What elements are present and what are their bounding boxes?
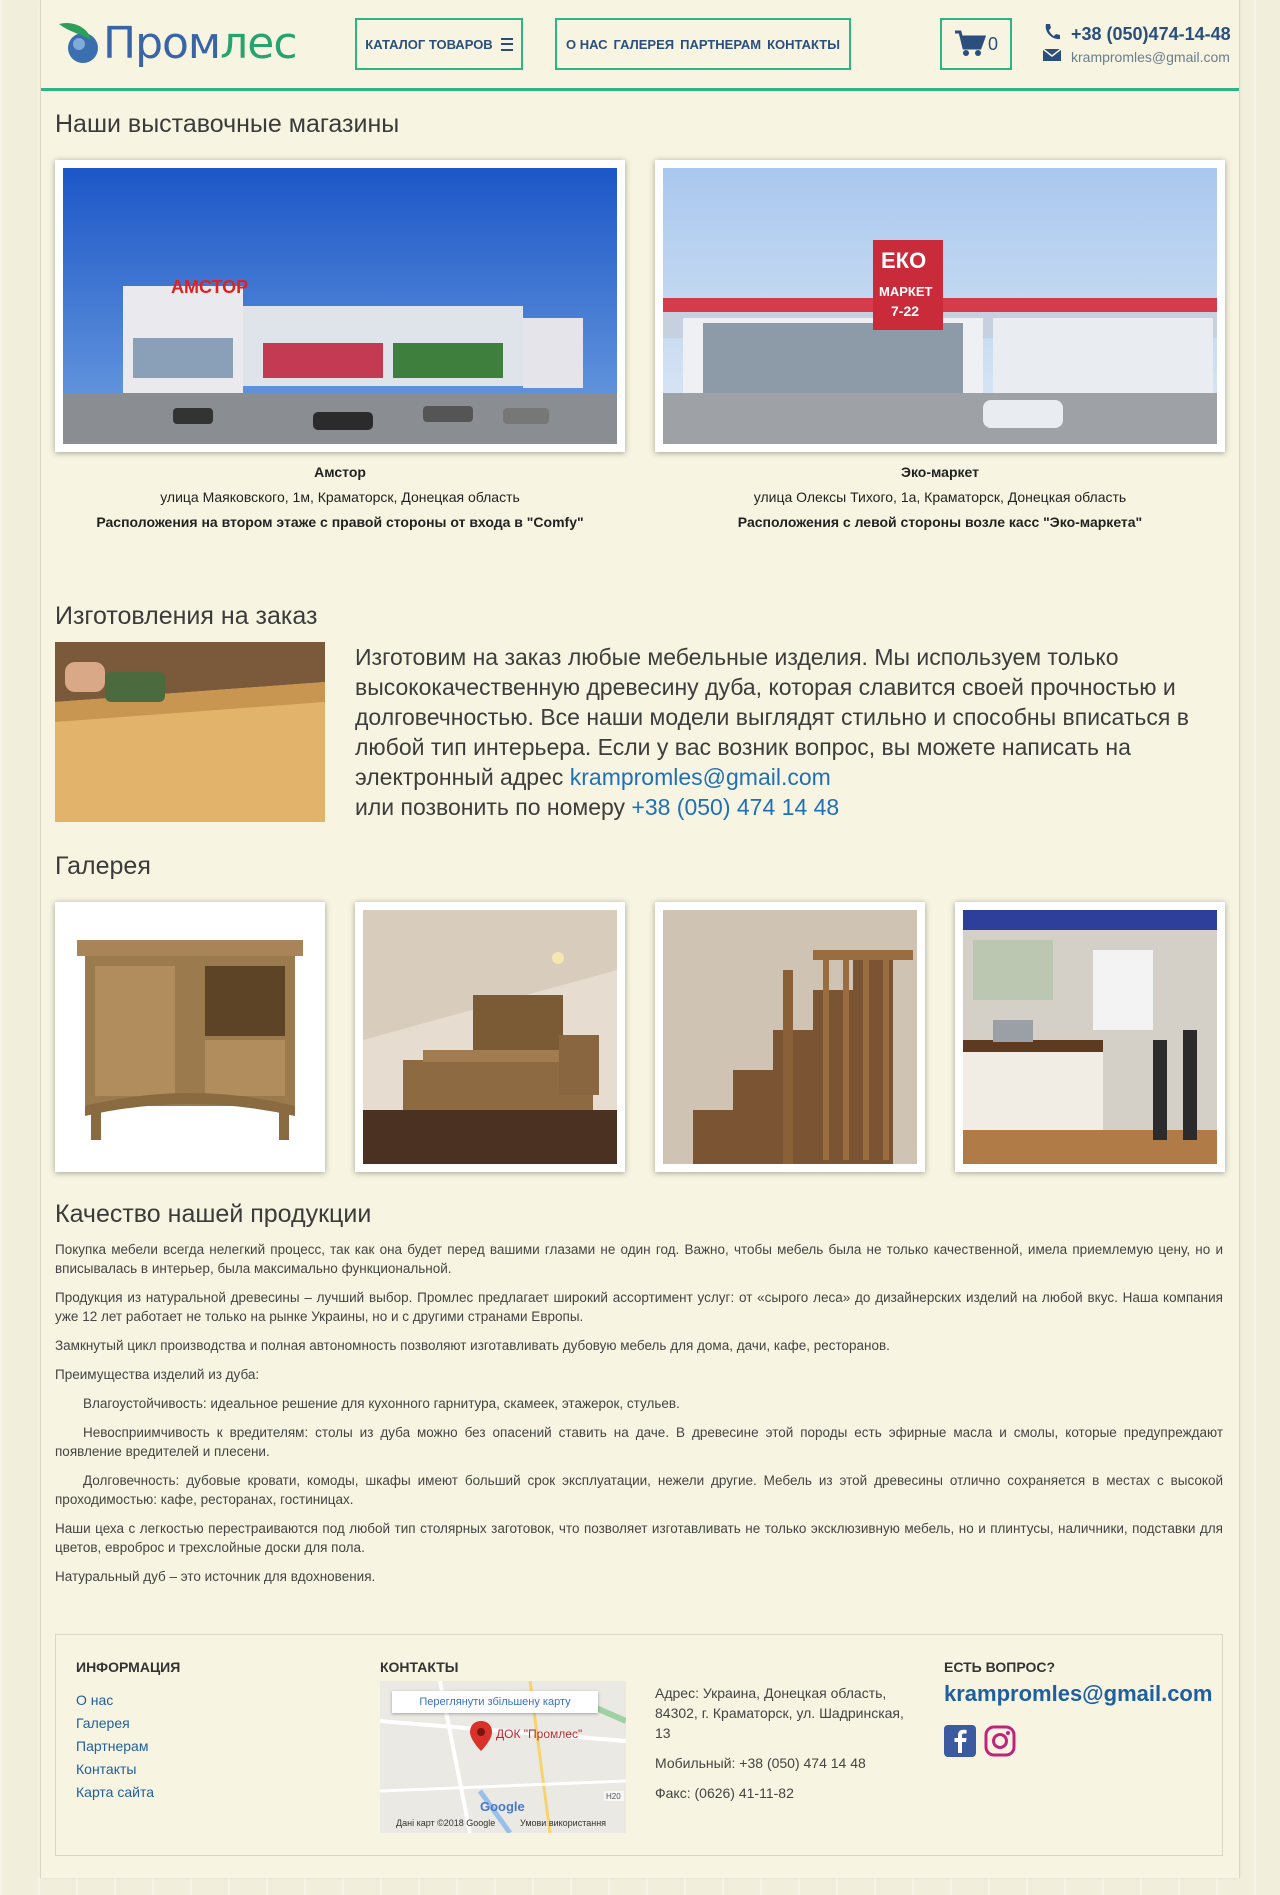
order-email-link[interactable]: krampromles@gmail.com <box>570 764 831 790</box>
leaf-logo-icon <box>59 22 98 63</box>
site-header: Промлес КАТАЛОГ ТОВАРОВ О НАС ГАЛЕРЕЯ ПА… <box>41 0 1239 91</box>
kitchen-image <box>963 910 1217 1164</box>
map-road-label: H20 <box>606 1792 621 1801</box>
gallery-item-bed[interactable] <box>355 902 625 1172</box>
footer-mobile: Мобильный: +38 (050) 474 14 48 <box>655 1755 866 1771</box>
header-phone-text: +38 (050)474-14-48 <box>1071 24 1231 44</box>
store-location: Расположения на втором этаже с правой ст… <box>96 514 584 530</box>
phone-icon <box>1041 22 1063 47</box>
quality-heading: Качество нашей продукции <box>55 1200 372 1228</box>
store-name: Эко-маркет <box>901 464 979 480</box>
nav-link-gallery[interactable]: ГАЛЕРЕЯ <box>614 37 675 52</box>
site-footer: ИНФОРМАЦИЯ О нас Галерея Партнерам Конта… <box>55 1634 1223 1856</box>
logo-text-part-1: Пром <box>103 18 221 69</box>
stores-heading: Наши выставочные магазины <box>55 110 400 138</box>
market-number-sign: 7-22 <box>891 303 919 319</box>
map-pin-icon <box>470 1721 492 1756</box>
store-caption-amstor: Амстор улица Маяковского, 1м, Краматорск… <box>55 460 625 535</box>
amstor-image: АМСТОР <box>63 168 617 444</box>
eko-sign: ЕКО <box>881 248 926 273</box>
tv-stand-image <box>63 910 317 1164</box>
quality-text: Покупка мебели всегда нелегкий процесс, … <box>55 1240 1223 1596</box>
footer-address: Адрес: Украина, Донецкая область, 84302,… <box>655 1685 904 1741</box>
order-heading: Изготовления на заказ <box>55 602 318 630</box>
site-logo[interactable]: Промлес <box>55 14 298 74</box>
quality-paragraph: Невосприимчивость к вредителям: столы из… <box>55 1425 1223 1459</box>
store-address: улица Маяковского, 1м, Краматорск, Донец… <box>160 489 520 505</box>
order-image <box>55 642 325 822</box>
quality-paragraph: Долговечность: дубовые кровати, комоды, … <box>55 1473 1223 1507</box>
hamburger-icon <box>500 37 513 51</box>
footer-email-link[interactable]: krampromles@gmail.com <box>944 1681 1212 1707</box>
logo-text-part-2: лес <box>220 18 297 69</box>
main-nav: О НАС ГАЛЕРЕЯ ПАРТНЕРАМ КОНТАКТЫ <box>555 18 851 70</box>
store-photo-ekomarket[interactable]: ЕКО МАРКЕТ 7-22 <box>655 160 1225 452</box>
cart-icon <box>954 30 986 56</box>
catalog-menu-button[interactable]: КАТАЛОГ ТОВАРОВ <box>355 18 523 70</box>
google-logo: Google <box>480 1799 525 1814</box>
bed-image <box>363 910 617 1164</box>
envelope-icon <box>1041 48 1063 65</box>
store-name: Амстор <box>314 464 366 480</box>
quality-paragraph: Наши цеха с легкостью перестраиваются по… <box>55 1521 1223 1555</box>
store-caption-ekomarket: Эко-маркет улица Олексы Тихого, 1а, Крам… <box>655 460 1225 535</box>
page-container: Промлес КАТАЛОГ ТОВАРОВ О НАС ГАЛЕРЕЯ ПА… <box>40 0 1240 1878</box>
map-copyright: Дані карт ©2018 Google <box>396 1818 496 1828</box>
quality-paragraph: Покупка мебели всегда нелегкий процесс, … <box>55 1242 1223 1276</box>
header-phone[interactable]: +38 (050)474-14-48 <box>1041 22 1231 47</box>
cart-count: 0 <box>987 33 998 54</box>
footer-question-heading: ЕСТЬ ВОПРОС? <box>944 1659 1056 1675</box>
footer-address-block: Адрес: Украина, Донецкая область, 84302,… <box>655 1683 915 1813</box>
header-email[interactable]: krampromles@gmail.com <box>1041 48 1230 65</box>
quality-paragraph: Влагоустойчивость: идеальное решение для… <box>83 1396 680 1411</box>
stairs-image <box>663 910 917 1164</box>
footer-info-heading: ИНФОРМАЦИЯ <box>76 1659 181 1675</box>
store-address: улица Олексы Тихого, 1а, Краматорск, Дон… <box>753 489 1127 505</box>
nav-link-about[interactable]: О НАС <box>566 37 608 52</box>
order-description: Изготовим на заказ любые мебельные издел… <box>355 642 1215 822</box>
instagram-icon[interactable] <box>984 1725 1016 1757</box>
quality-paragraph: Преимущества изделий из дуба: <box>55 1367 260 1382</box>
map-enlarge-button[interactable]: Переглянути збільшену карту <box>392 1691 598 1713</box>
map-pin-label: ДОК "Промлес" <box>496 1727 583 1741</box>
order-phone-intro: или позвонить по номеру <box>355 794 632 820</box>
store-location: Расположения с левой стороны возле касс … <box>737 514 1143 530</box>
footer-fax: Факс: (0626) 41-11-82 <box>655 1785 794 1801</box>
gallery-item-stairs[interactable] <box>655 902 925 1172</box>
facebook-icon[interactable] <box>944 1725 976 1757</box>
amstor-sign: АМСТОР <box>171 277 248 297</box>
store-photo-amstor[interactable]: АМСТОР <box>55 160 625 452</box>
cart-button[interactable]: 0 <box>940 18 1012 70</box>
header-email-text: krampromles@gmail.com <box>1071 48 1230 65</box>
ekomarket-image: ЕКО МАРКЕТ 7-22 <box>663 168 1217 444</box>
google-map[interactable]: H20 Переглянути збільшену карту ДОК "Про… <box>380 1681 626 1833</box>
footer-contacts-heading: КОНТАКТЫ <box>380 1659 459 1675</box>
quality-paragraph: Продукция из натуральной древесины – луч… <box>55 1290 1223 1324</box>
gallery-item-tv-stand[interactable] <box>55 902 325 1172</box>
footer-link-sitemap[interactable]: Карта сайта <box>76 1781 154 1804</box>
nav-link-partners[interactable]: ПАРТНЕРАМ <box>680 37 761 52</box>
market-sign: МАРКЕТ <box>879 284 932 299</box>
order-phone-link[interactable]: +38 (050) 474 14 48 <box>631 794 839 820</box>
footer-link-about[interactable]: О нас <box>76 1689 154 1712</box>
gallery-heading: Галерея <box>55 852 151 880</box>
footer-link-contacts[interactable]: Контакты <box>76 1758 154 1781</box>
catalog-label: КАТАЛОГ ТОВАРОВ <box>365 36 493 52</box>
logo-text: Промлес <box>103 18 298 70</box>
quality-paragraph: Замкнутый цикл производства и полная авт… <box>55 1338 890 1353</box>
map-terms-link[interactable]: Умови використання <box>520 1818 606 1828</box>
footer-link-gallery[interactable]: Галерея <box>76 1712 154 1735</box>
footer-link-partners[interactable]: Партнерам <box>76 1735 154 1758</box>
quality-paragraph: Натуральный дуб – это источник для вдохн… <box>55 1569 376 1584</box>
gallery-item-kitchen[interactable] <box>955 902 1225 1172</box>
nav-link-contacts[interactable]: КОНТАКТЫ <box>767 37 840 52</box>
footer-links: О нас Галерея Партнерам Контакты Карта с… <box>76 1689 154 1804</box>
